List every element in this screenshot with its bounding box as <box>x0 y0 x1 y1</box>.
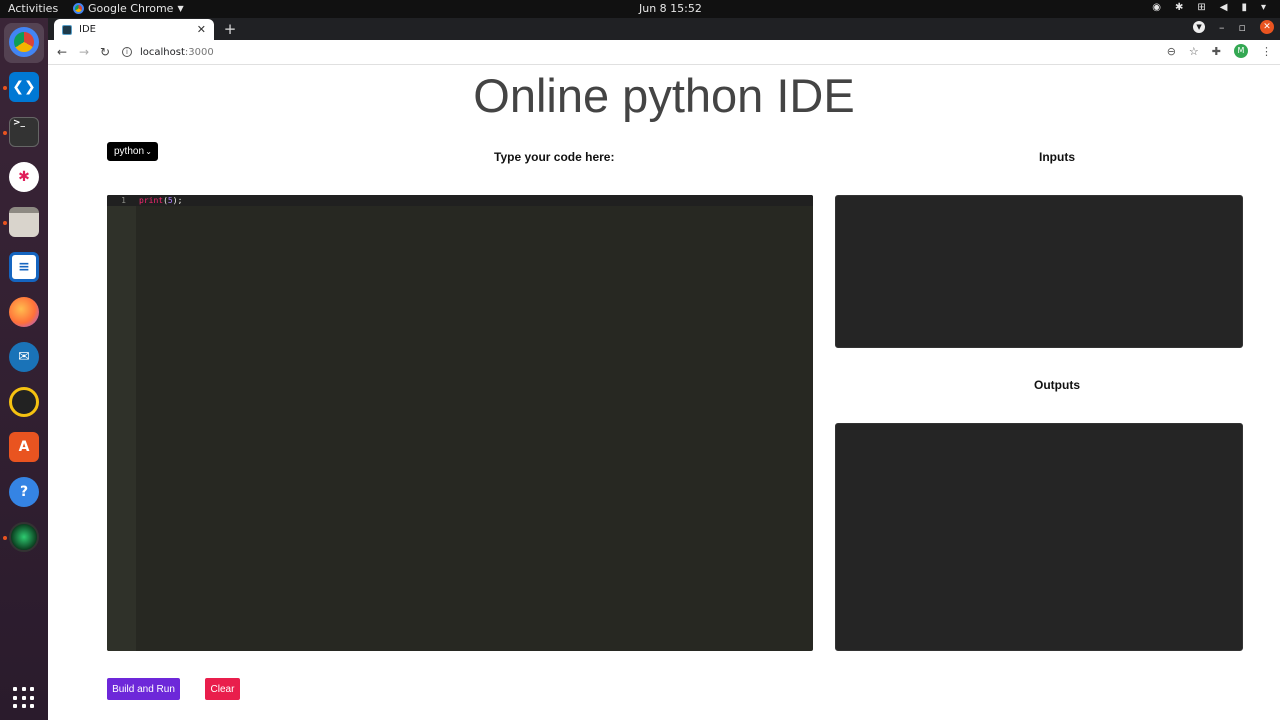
clock[interactable]: Jun 8 15:52 <box>639 2 702 15</box>
app-menu[interactable]: Google Chrome ▼ <box>73 2 184 15</box>
outputs-label: Outputs <box>1034 378 1080 392</box>
running-indicator <box>3 131 7 135</box>
browser-window: IDE ✕ + ▼ – ▫ ✕ ← → ↻ i localhost:3000 ⊖… <box>48 18 1280 720</box>
info-icon[interactable]: i <box>122 47 132 57</box>
favicon-icon <box>62 24 72 35</box>
files-icon[interactable] <box>9 207 39 237</box>
help-icon[interactable]: ? <box>9 477 39 507</box>
bookmark-star-icon[interactable]: ☆ <box>1189 45 1199 58</box>
reload-icon[interactable]: ↻ <box>97 44 113 60</box>
tab-ide[interactable]: IDE ✕ <box>54 19 214 40</box>
page-title: Online python IDE <box>473 69 855 122</box>
chrome-icon <box>73 3 84 14</box>
software-center-icon[interactable]: A <box>9 432 39 462</box>
window-controls: ▼ – ▫ ✕ <box>1193 20 1274 34</box>
activities-button[interactable]: Activities <box>8 2 58 15</box>
editor-gutter <box>107 195 136 651</box>
chevron-down-icon: ⌄ <box>145 147 152 156</box>
code-token-function: print <box>139 196 164 205</box>
code-editor-label: Type your code here: <box>494 150 615 164</box>
slack-tray-icon[interactable]: ✱ <box>1175 2 1183 13</box>
tab-strip: IDE ✕ + ▼ – ▫ ✕ <box>48 18 1280 40</box>
webcam-icon[interactable] <box>9 522 39 552</box>
caret-down-icon: ▼ <box>177 4 184 13</box>
close-tab-icon[interactable]: ✕ <box>197 23 206 36</box>
inputs-label: Inputs <box>1039 150 1075 164</box>
build-and-run-button[interactable]: Build and Run <box>107 678 180 700</box>
network-icon[interactable]: ⊞ <box>1197 2 1205 13</box>
restore-button[interactable]: ▫ <box>1239 21 1246 34</box>
code-line[interactable]: print(5); <box>139 196 182 205</box>
writer-icon[interactable]: ≡ <box>9 252 39 282</box>
clear-button[interactable]: Clear <box>205 678 240 700</box>
menu-kebab-icon[interactable]: ⋮ <box>1261 45 1272 58</box>
terminal-icon[interactable]: >_ <box>9 117 39 147</box>
status-icon[interactable]: ◉ <box>1152 2 1161 13</box>
tab-search-icon[interactable]: ▼ <box>1193 21 1206 33</box>
toolbar-actions: ⊖ ☆ ✚ M ⋮ <box>1167 44 1272 58</box>
show-applications-icon[interactable] <box>13 687 35 709</box>
thunderbird-icon[interactable]: ✉ <box>9 342 39 372</box>
tab-title: IDE <box>79 24 96 35</box>
system-tray[interactable]: ◉ ✱ ⊞ ◀ ▮ ▾ <box>1152 2 1266 13</box>
system-top-bar: Activities Google Chrome ▼ Jun 8 15:52 ◉… <box>0 0 1280 18</box>
zoom-icon[interactable]: ⊖ <box>1167 45 1176 58</box>
extensions-icon[interactable]: ✚ <box>1212 45 1221 58</box>
url-host: localhost <box>140 46 185 58</box>
close-window-button[interactable]: ✕ <box>1260 20 1274 34</box>
running-indicator <box>3 536 7 540</box>
dock: ❮❯ >_ ✱ ≡ ✉ A ? <box>0 18 48 720</box>
inputs-textarea[interactable] <box>835 195 1243 348</box>
battery-icon[interactable]: ▮ <box>1241 2 1247 13</box>
chrome-icon[interactable] <box>9 27 39 57</box>
editor-active-line <box>107 195 813 206</box>
running-indicator <box>3 86 7 90</box>
language-select[interactable]: python ⌄ <box>107 142 158 161</box>
page-content: Online python IDE python ⌄ Type your cod… <box>48 66 1280 720</box>
firefox-icon[interactable] <box>9 297 39 327</box>
url-port: :3000 <box>184 46 214 58</box>
volume-icon[interactable]: ◀ <box>1220 2 1228 13</box>
rhythmbox-icon[interactable] <box>9 387 39 417</box>
vscode-icon[interactable]: ❮❯ <box>9 72 39 102</box>
power-menu-icon[interactable]: ▾ <box>1261 2 1266 13</box>
code-token-close: ); <box>172 196 183 205</box>
slack-icon[interactable]: ✱ <box>9 162 39 192</box>
outputs-panel <box>835 423 1243 651</box>
line-number: 1 <box>121 196 126 205</box>
browser-toolbar: ← → ↻ i localhost:3000 ⊖ ☆ ✚ M ⋮ <box>48 40 1280 65</box>
minimize-button[interactable]: – <box>1219 21 1225 34</box>
forward-icon[interactable]: → <box>76 44 92 60</box>
new-tab-button[interactable]: + <box>220 19 240 39</box>
back-icon[interactable]: ← <box>54 44 70 60</box>
profile-avatar[interactable]: M <box>1234 44 1248 58</box>
language-select-value: python <box>114 146 145 157</box>
code-editor[interactable]: 1 print(5); <box>107 195 813 651</box>
running-indicator <box>3 221 7 225</box>
app-menu-label: Google Chrome <box>88 2 174 15</box>
address-bar[interactable]: i localhost:3000 <box>122 42 1212 62</box>
